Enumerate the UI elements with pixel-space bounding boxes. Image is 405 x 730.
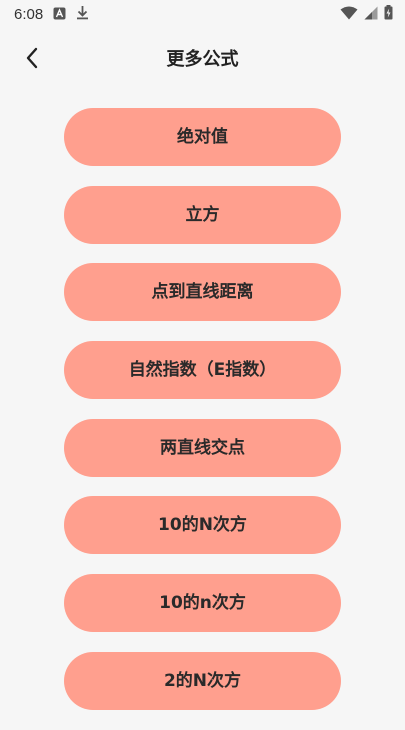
header: 更多公式 [0,38,405,82]
formula-list: 绝对值 立方 点到直线距离 自然指数（E指数） 两直线交点 10的N次方 10的… [64,108,341,730]
wifi-icon [340,5,358,24]
a-notification-icon [53,5,66,24]
battery-icon [384,4,393,24]
formula-button-natural-exponent[interactable]: 自然指数（E指数） [64,341,341,400]
status-time: 6:08 [14,5,44,23]
download-icon [76,5,89,24]
formula-button-ten-power-n[interactable]: 10的n次方 [64,574,341,633]
formula-button-line-intersection[interactable]: 两直线交点 [64,418,341,477]
cellular-signal-icon [364,5,378,24]
formula-button-ten-power-N[interactable]: 10的N次方 [64,496,341,555]
page-title: 更多公式 [166,49,239,70]
formula-button-point-line-distance[interactable]: 点到直线距离 [64,263,341,322]
formula-button-absolute-value[interactable]: 绝对值 [64,108,341,166]
formula-button-two-power-N[interactable]: 2的N次方 [64,651,341,710]
status-right [340,4,393,24]
formula-button-cube[interactable]: 立方 [64,185,341,244]
status-bar: 6:08 [0,0,405,28]
status-left: 6:08 [14,5,89,24]
